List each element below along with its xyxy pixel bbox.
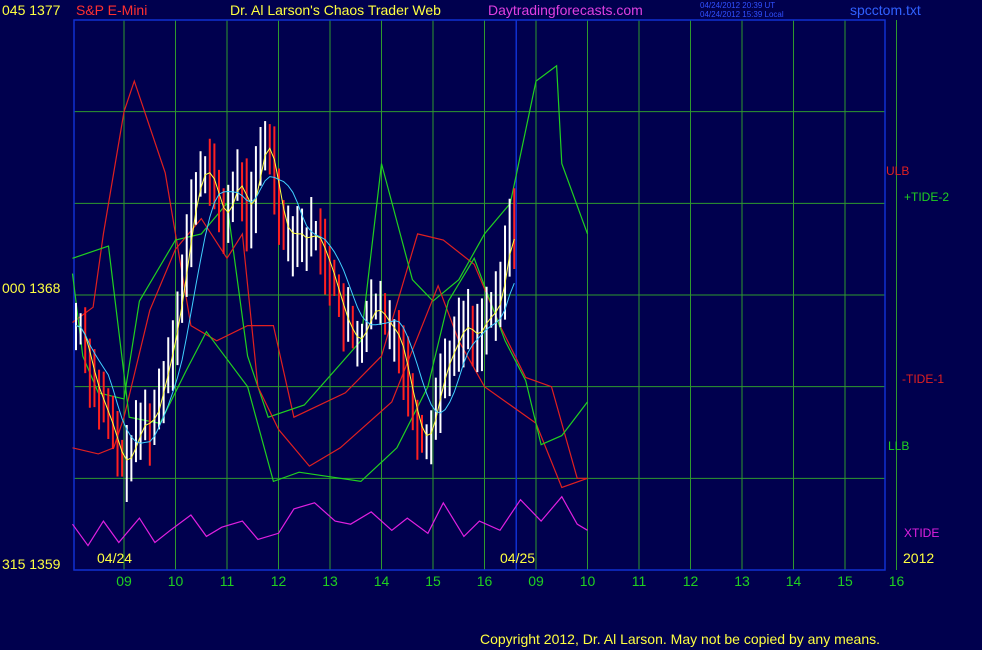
legend-ulb: ULB	[886, 164, 910, 178]
legend-llb: LLB	[888, 439, 910, 453]
site-link[interactable]: Daytradingforecasts.com	[488, 3, 643, 17]
x-tick-label: 12	[271, 573, 287, 589]
date-label-day1: 04/24	[97, 550, 133, 566]
x-tick-label: 16	[889, 573, 905, 589]
x-tick-label: 12	[683, 573, 699, 589]
header-price-high: 045 1377	[2, 2, 61, 18]
legend-tide2: +TIDE-2	[904, 190, 950, 204]
x-tick-label: 13	[322, 573, 338, 589]
moving-average-slow	[75, 176, 515, 444]
legend-tide1: -TIDE-1	[902, 372, 944, 386]
chart-title: Dr. Al Larson's Chaos Trader Web	[230, 2, 441, 18]
legend-xtide: XTIDE	[904, 526, 940, 540]
x-tick-label: 10	[580, 573, 596, 589]
price-chart: 09 10 11 12 13 14 15 16 09 10 11 12 13 14 15 16	[71, 19, 904, 589]
x-tick-label: 14	[786, 573, 802, 589]
timestamp-ut: 04/24/2012 20:39 UT	[700, 1, 776, 10]
timestamp-local: 04/24/2012 15:39 Local	[700, 10, 784, 19]
x-axis-ticks: 09 10 11 12 13 14 15 16 09 10 11 12 13 14 15 16	[116, 573, 904, 589]
x-tick-label: 11	[220, 573, 235, 589]
price-bars	[75, 121, 516, 502]
copyright-footer: Copyright 2012, Dr. Al Larson. May not b…	[480, 631, 881, 647]
x-tick-label: 11	[632, 573, 647, 589]
y-label-mid: 000 1368	[2, 280, 61, 296]
x-tick-label: 10	[168, 573, 184, 589]
x-tick-label: 14	[374, 573, 390, 589]
year-label: 2012	[903, 550, 935, 566]
x-tick-label: 09	[116, 573, 132, 589]
symbol-label: S&P E-Mini	[76, 2, 148, 18]
date-label-day2: 04/25	[500, 550, 536, 566]
x-tick-label: 15	[837, 573, 853, 589]
x-tick-label: 09	[528, 573, 544, 589]
x-tick-label: 13	[734, 573, 750, 589]
moving-average-fast	[75, 147, 515, 461]
x-tick-label: 16	[477, 573, 493, 589]
file-name: spcctom.txt	[850, 2, 921, 18]
chart-grid	[73, 19, 897, 571]
x-tick-label: 15	[425, 573, 441, 589]
y-label-bottom: 315 1359	[2, 556, 61, 572]
